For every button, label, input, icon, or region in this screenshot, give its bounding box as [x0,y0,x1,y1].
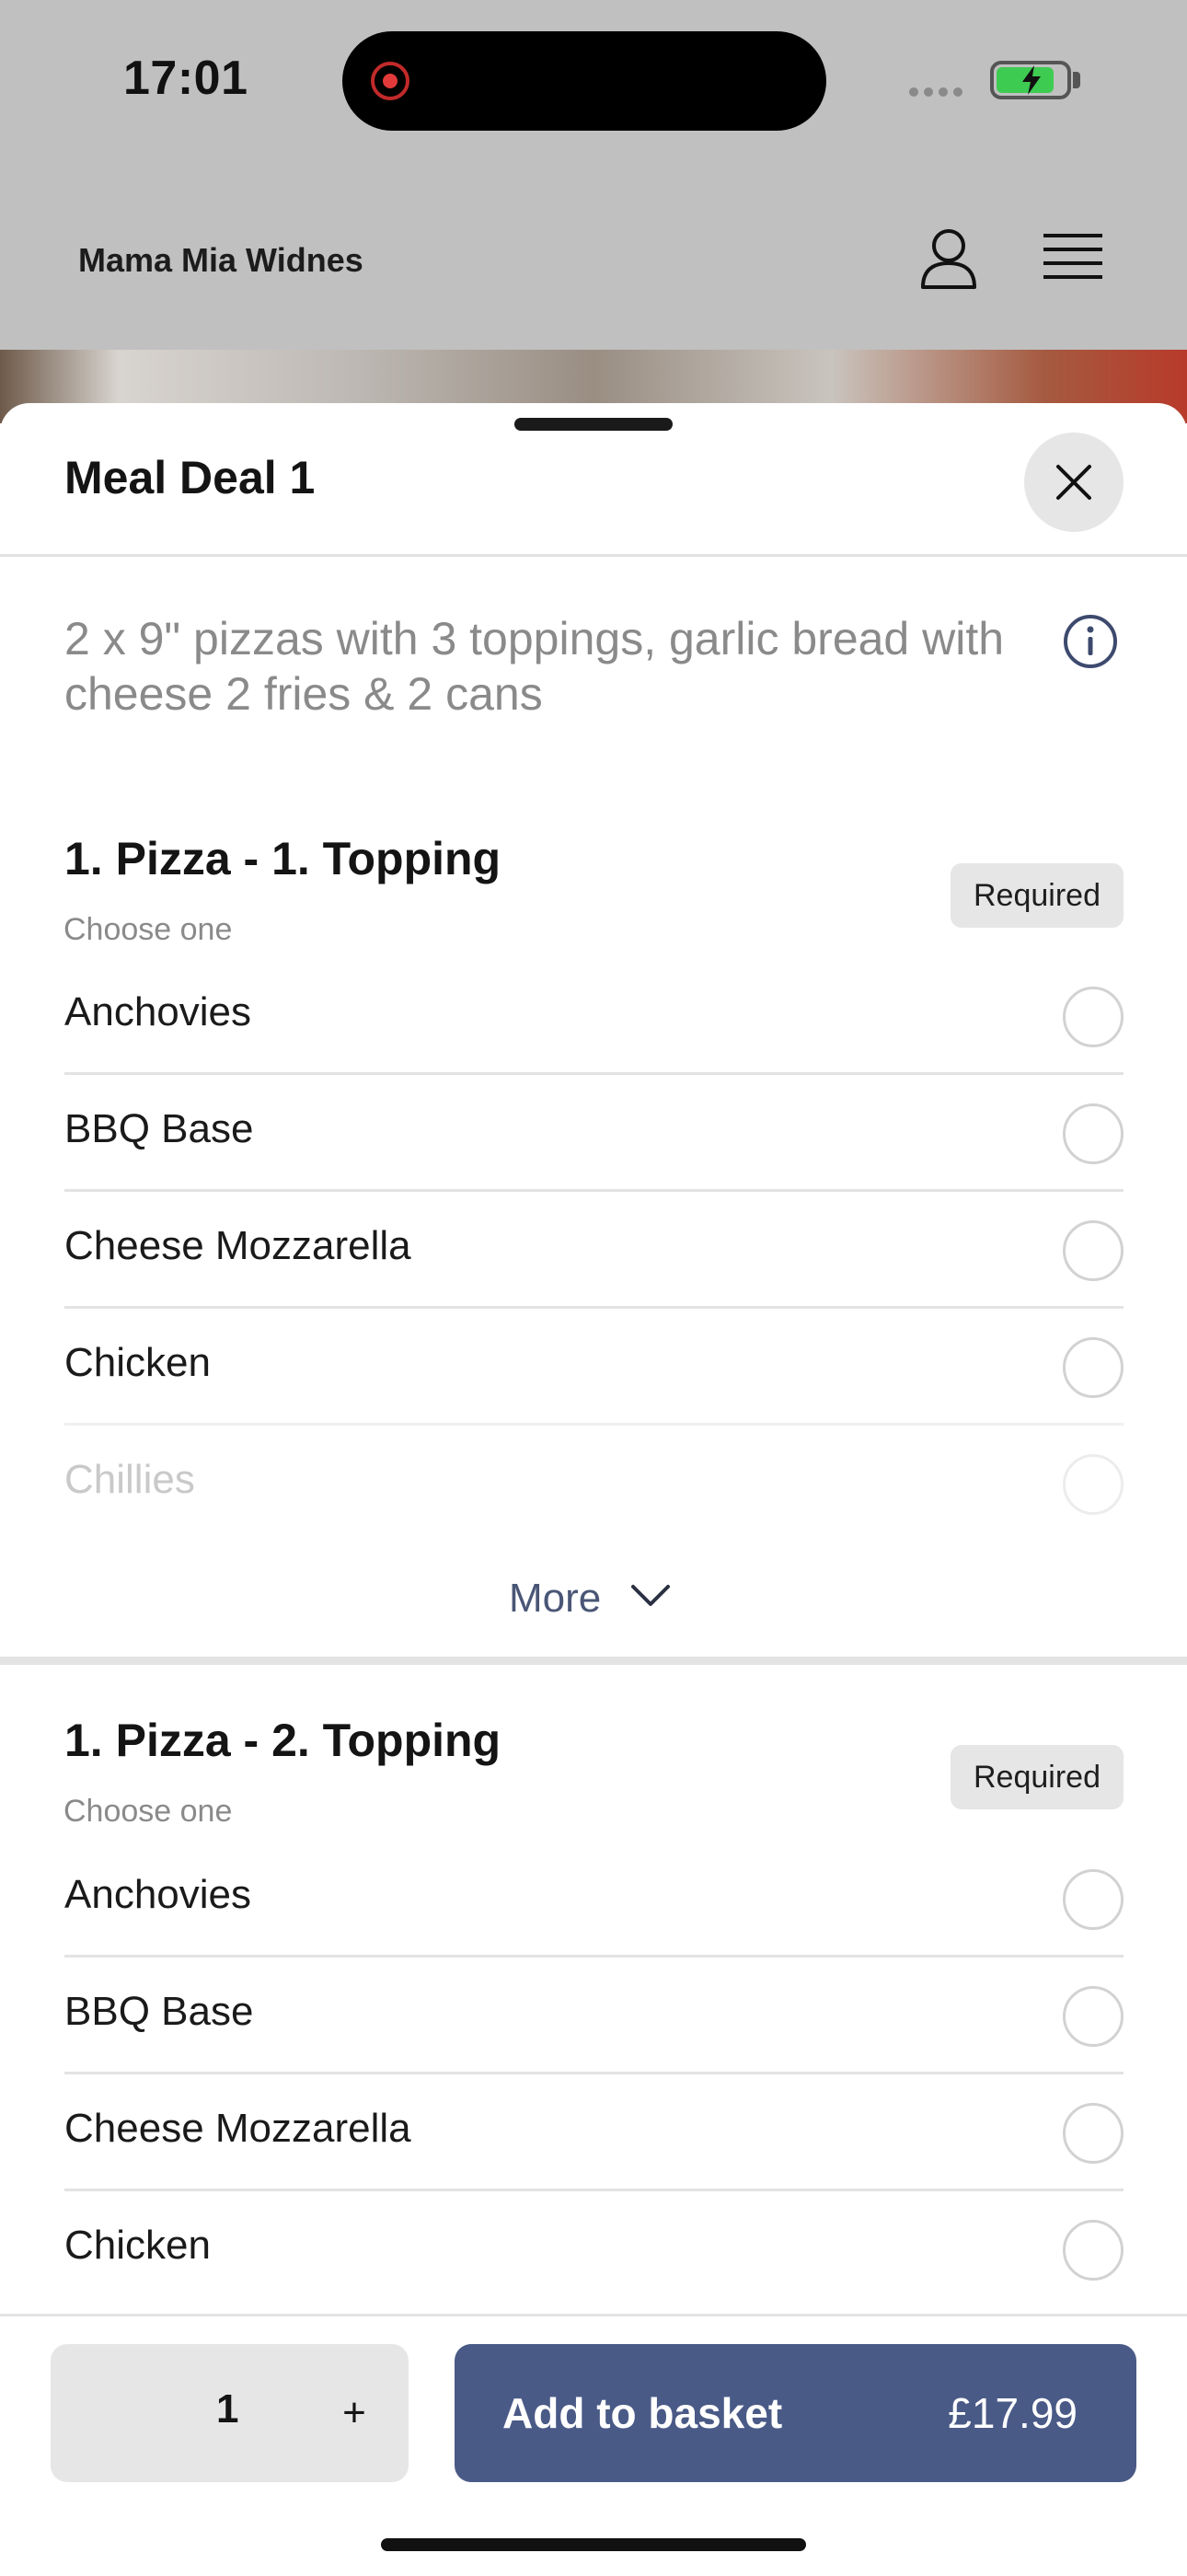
menu-icon[interactable] [1043,232,1102,283]
item-options-sheet: Meal Deal 1 2 x 9" pizzas with 3 topping… [0,403,1187,2573]
option-label: Cheese Mozzarella [64,1223,411,1268]
option-row[interactable]: Anchovies [64,958,1124,1075]
total-price: £17.99 [948,2389,1078,2437]
add-to-basket-label: Add to basket [502,2389,783,2437]
option-label: Chillies [64,1457,195,1502]
option-label: Cheese Mozzarella [64,2106,411,2151]
option-radio[interactable] [1063,2220,1124,2281]
signal-icon [909,85,968,101]
required-badge: Required [951,863,1124,928]
quantity-stepper[interactable]: 1 + [51,2344,409,2482]
option-radio[interactable] [1063,987,1124,1047]
option-row[interactable]: Anchovies [64,1841,1124,1958]
recording-indicator-icon [371,62,409,100]
option-label: Chicken [64,1340,211,1385]
option-radio[interactable] [1063,1337,1124,1398]
increase-quantity-button[interactable]: + [327,2381,382,2445]
section-title: 1. Pizza - 1. Topping [64,833,501,884]
item-description: 2 x 9" pizzas with 3 toppings, garlic br… [64,613,1005,720]
status-time: 17:01 [123,52,248,105]
option-radio[interactable] [1063,1220,1124,1281]
option-label: Anchovies [64,1872,252,1917]
option-row[interactable]: Chicken [64,1309,1124,1426]
info-icon[interactable] [1062,613,1119,670]
charging-bolt-icon [1022,65,1041,95]
restaurant-name[interactable]: Mama Mia Widnes [78,241,363,280]
divider [0,554,1187,557]
quantity-value: 1 [216,2386,239,2432]
option-row[interactable]: Chicken [64,2191,1124,2308]
option-label: Anchovies [64,989,252,1034]
option-row[interactable]: Cheese Mozzarella [64,1192,1124,1309]
option-label: BBQ Base [64,1989,254,2034]
section-divider [0,1657,1187,1665]
battery-icon [990,61,1071,99]
option-row[interactable]: Cheese Mozzarella [64,2074,1124,2191]
option-row[interactable]: BBQ Base [64,1958,1124,2074]
option-radio[interactable] [1063,2103,1124,2164]
option-radio[interactable] [1063,1454,1124,1515]
option-row[interactable]: Chillies [64,1426,1124,1542]
section-title: 1. Pizza - 2. Topping [64,1715,501,1766]
dynamic-island [342,31,826,131]
option-label: BBQ Base [64,1106,254,1151]
chevron-down-icon [631,1585,670,1606]
account-icon[interactable] [916,226,981,291]
more-label: More [509,1576,602,1621]
home-indicator[interactable] [381,2538,806,2551]
more-button[interactable]: More [509,1576,670,1622]
close-button[interactable] [1024,433,1124,532]
item-title: Meal Deal 1 [64,452,316,503]
close-icon [1056,465,1091,500]
required-badge: Required [951,1745,1124,1809]
basket-footer: 1 + Add to basket £17.99 [0,2314,1187,2576]
option-radio[interactable] [1063,1103,1124,1164]
option-radio[interactable] [1063,1986,1124,2047]
option-label: Chicken [64,2223,211,2268]
sheet-grabber[interactable] [514,418,673,431]
option-row[interactable]: BBQ Base [64,1075,1124,1192]
section-subtitle: Choose one [63,1794,233,1829]
option-radio[interactable] [1063,1869,1124,1930]
section-subtitle: Choose one [63,912,233,947]
add-to-basket-button[interactable]: Add to basket £17.99 [455,2344,1136,2482]
